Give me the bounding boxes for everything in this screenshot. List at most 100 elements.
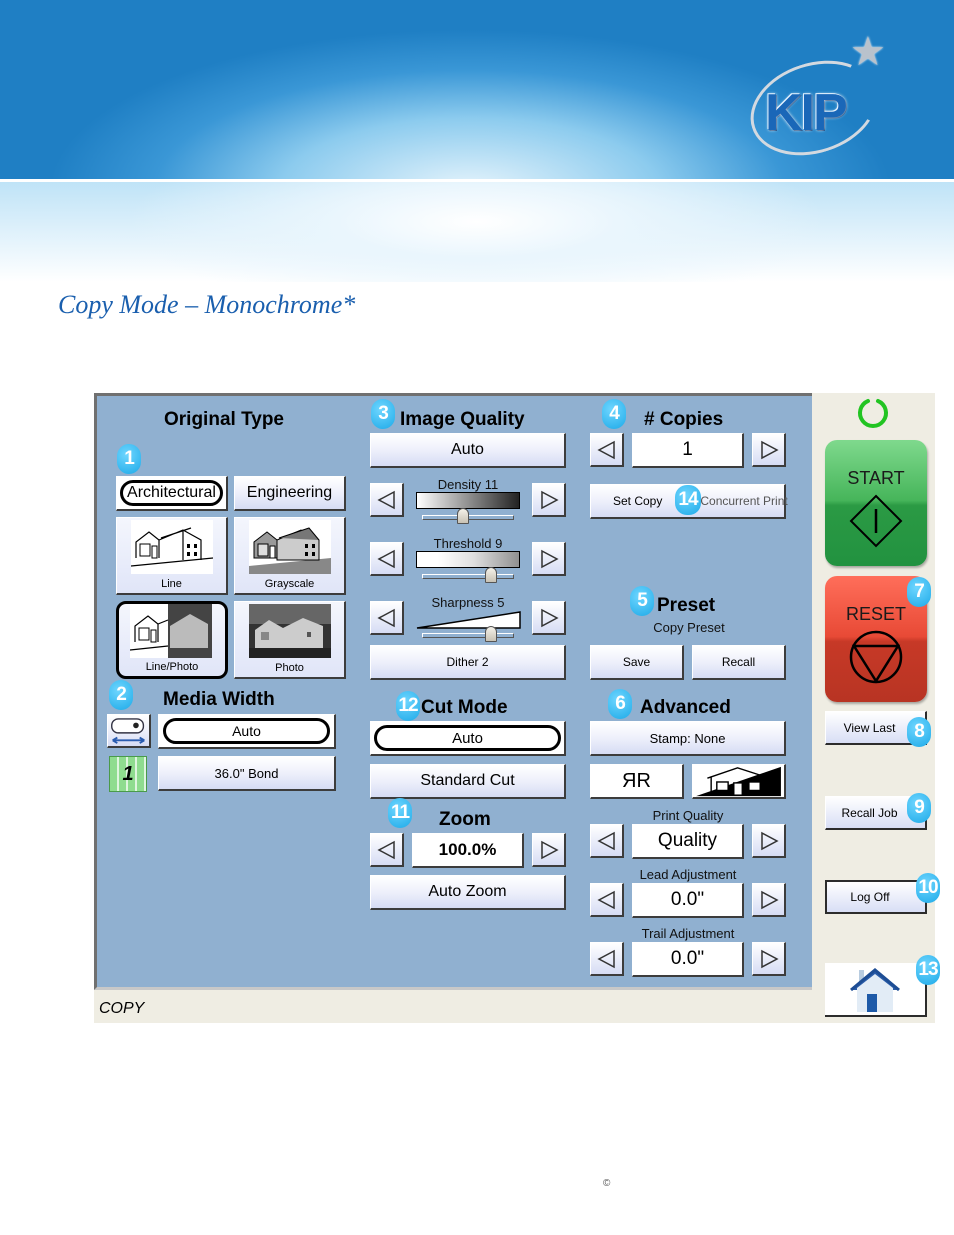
stop-icon	[849, 630, 903, 684]
home-button[interactable]	[825, 963, 927, 1017]
callout-badge: 8	[907, 717, 931, 747]
callout-badge: 4	[602, 399, 626, 429]
lead-adjustment-value[interactable]: 0.0"	[632, 883, 744, 918]
concurrent-print-label: Concurrent Print	[700, 494, 788, 508]
start-diamond-icon	[849, 494, 903, 548]
roll-width-icon	[111, 717, 145, 744]
media-roll-button[interactable]	[107, 714, 151, 748]
threshold-increase-button[interactable]	[532, 542, 566, 576]
density-slider-thumb[interactable]	[457, 508, 470, 524]
right-arrow-icon	[760, 949, 779, 968]
image-quality-mode-button[interactable]: Auto	[370, 433, 566, 468]
start-label: START	[847, 468, 905, 488]
density-gradient	[416, 492, 520, 509]
right-arrow-icon	[540, 608, 559, 627]
trail-adjustment-value[interactable]: 0.0"	[632, 942, 744, 977]
star-icon: ★	[850, 30, 886, 74]
kip-logo: ★ KIP	[738, 30, 890, 171]
invert-button[interactable]	[692, 764, 786, 799]
callout-badge: 6	[608, 689, 632, 719]
density-label: Density 11	[437, 477, 499, 492]
threshold-gradient	[416, 551, 520, 568]
print-quality-increase-button[interactable]	[752, 824, 786, 858]
zoom-value[interactable]: 100.0%	[412, 833, 524, 868]
mirror-button[interactable]: ЯR	[590, 764, 684, 799]
grayscale-type-label: Grayscale	[264, 578, 315, 590]
roll-number: 1	[122, 762, 134, 785]
lead-decrease-button[interactable]	[590, 883, 624, 917]
stamp-button[interactable]: Stamp: None	[590, 721, 786, 756]
standard-cut-button[interactable]: Standard Cut	[370, 764, 566, 799]
sharpness-slider-thumb[interactable]	[485, 626, 497, 642]
copyright: ©	[603, 1178, 611, 1189]
copies-decrease-button[interactable]	[590, 433, 624, 467]
status-mode: COPY	[99, 1000, 145, 1017]
zoom-decrease-button[interactable]	[370, 833, 404, 867]
auto-zoom-button[interactable]: Auto Zoom	[370, 875, 566, 910]
mirror-icon: ЯR	[622, 769, 651, 792]
start-button[interactable]: START	[825, 440, 927, 566]
architectural-button[interactable]: Architectural	[116, 476, 228, 511]
print-quality-value[interactable]: Quality	[632, 824, 744, 859]
media-width-select[interactable]: Auto	[158, 714, 336, 749]
line-photo-type-label: Line/Photo	[145, 661, 199, 673]
logo-text: KIP	[765, 84, 848, 142]
grayscale-type-button[interactable]: Grayscale	[234, 517, 346, 595]
media-width-heading: Media Width	[163, 689, 275, 710]
preset-subtitle: Copy Preset	[653, 620, 725, 635]
photo-type-button[interactable]: Photo	[234, 601, 346, 679]
callout-badge: 1	[117, 444, 141, 474]
lead-increase-button[interactable]	[752, 883, 786, 917]
log-off-button[interactable]: Log Off	[825, 880, 927, 914]
line-type-label: Line	[161, 578, 182, 590]
line-type-button[interactable]: Line	[116, 517, 228, 595]
zoom-heading: Zoom	[439, 809, 491, 830]
original-type-heading: Original Type	[164, 409, 285, 430]
sharpness-increase-button[interactable]	[532, 601, 566, 635]
right-arrow-icon	[760, 831, 779, 850]
preset-save-button[interactable]: Save	[590, 645, 684, 680]
zoom-increase-button[interactable]	[532, 833, 566, 867]
reset-label: RESET	[845, 604, 906, 624]
threshold-track[interactable]	[422, 574, 514, 579]
copies-increase-button[interactable]	[752, 433, 786, 467]
house-grayscale-icon	[249, 520, 331, 574]
callout-badge: 2	[109, 680, 133, 710]
trail-decrease-button[interactable]	[590, 942, 624, 976]
cut-mode-select[interactable]: Auto	[370, 721, 566, 756]
right-arrow-icon	[540, 840, 559, 859]
threshold-label: Threshold 9	[433, 536, 503, 551]
right-arrow-icon	[760, 890, 779, 909]
house-photo-icon	[249, 604, 331, 658]
media-width-value: Auto	[163, 718, 330, 744]
right-arrow-icon	[540, 549, 559, 568]
trail-adjustment-label: Trail Adjustment	[641, 926, 735, 941]
cut-mode-value: Auto	[374, 725, 561, 751]
media-type-button[interactable]: 36.0" Bond	[158, 756, 336, 791]
threshold-slider-thumb[interactable]	[485, 567, 497, 583]
dither-button[interactable]: Dither 2	[370, 645, 566, 680]
settings-panel: Original Type 1 Architectural Engineerin…	[94, 393, 812, 990]
engineering-button[interactable]: Engineering	[234, 476, 346, 511]
callout-badge: 14	[675, 485, 701, 515]
sharpness-track[interactable]	[422, 633, 514, 638]
copies-value[interactable]: 1	[632, 433, 744, 468]
callout-badge: 10	[916, 873, 940, 903]
callout-badge: 11	[388, 798, 412, 828]
page-title: Copy Mode – Monochrome*	[58, 290, 356, 319]
line-photo-type-button[interactable]: Line/Photo	[116, 601, 228, 679]
callout-badge: 3	[371, 399, 395, 429]
density-increase-button[interactable]	[532, 483, 566, 517]
banner-lower	[0, 182, 954, 282]
cut-mode-heading: Cut Mode	[421, 697, 508, 718]
roll-1-indicator[interactable]: 1	[109, 756, 147, 792]
callout-badge: 13	[916, 955, 940, 985]
preset-recall-button[interactable]: Recall	[692, 645, 786, 680]
copy-screen: Original Type 1 Architectural Engineerin…	[94, 393, 940, 1023]
house-line-photo-icon	[130, 604, 212, 658]
trail-increase-button[interactable]	[752, 942, 786, 976]
right-arrow-icon	[760, 440, 779, 459]
callout-badge: 5	[630, 586, 654, 616]
print-quality-decrease-button[interactable]	[590, 824, 624, 858]
image-quality-heading: Image Quality	[400, 409, 525, 430]
